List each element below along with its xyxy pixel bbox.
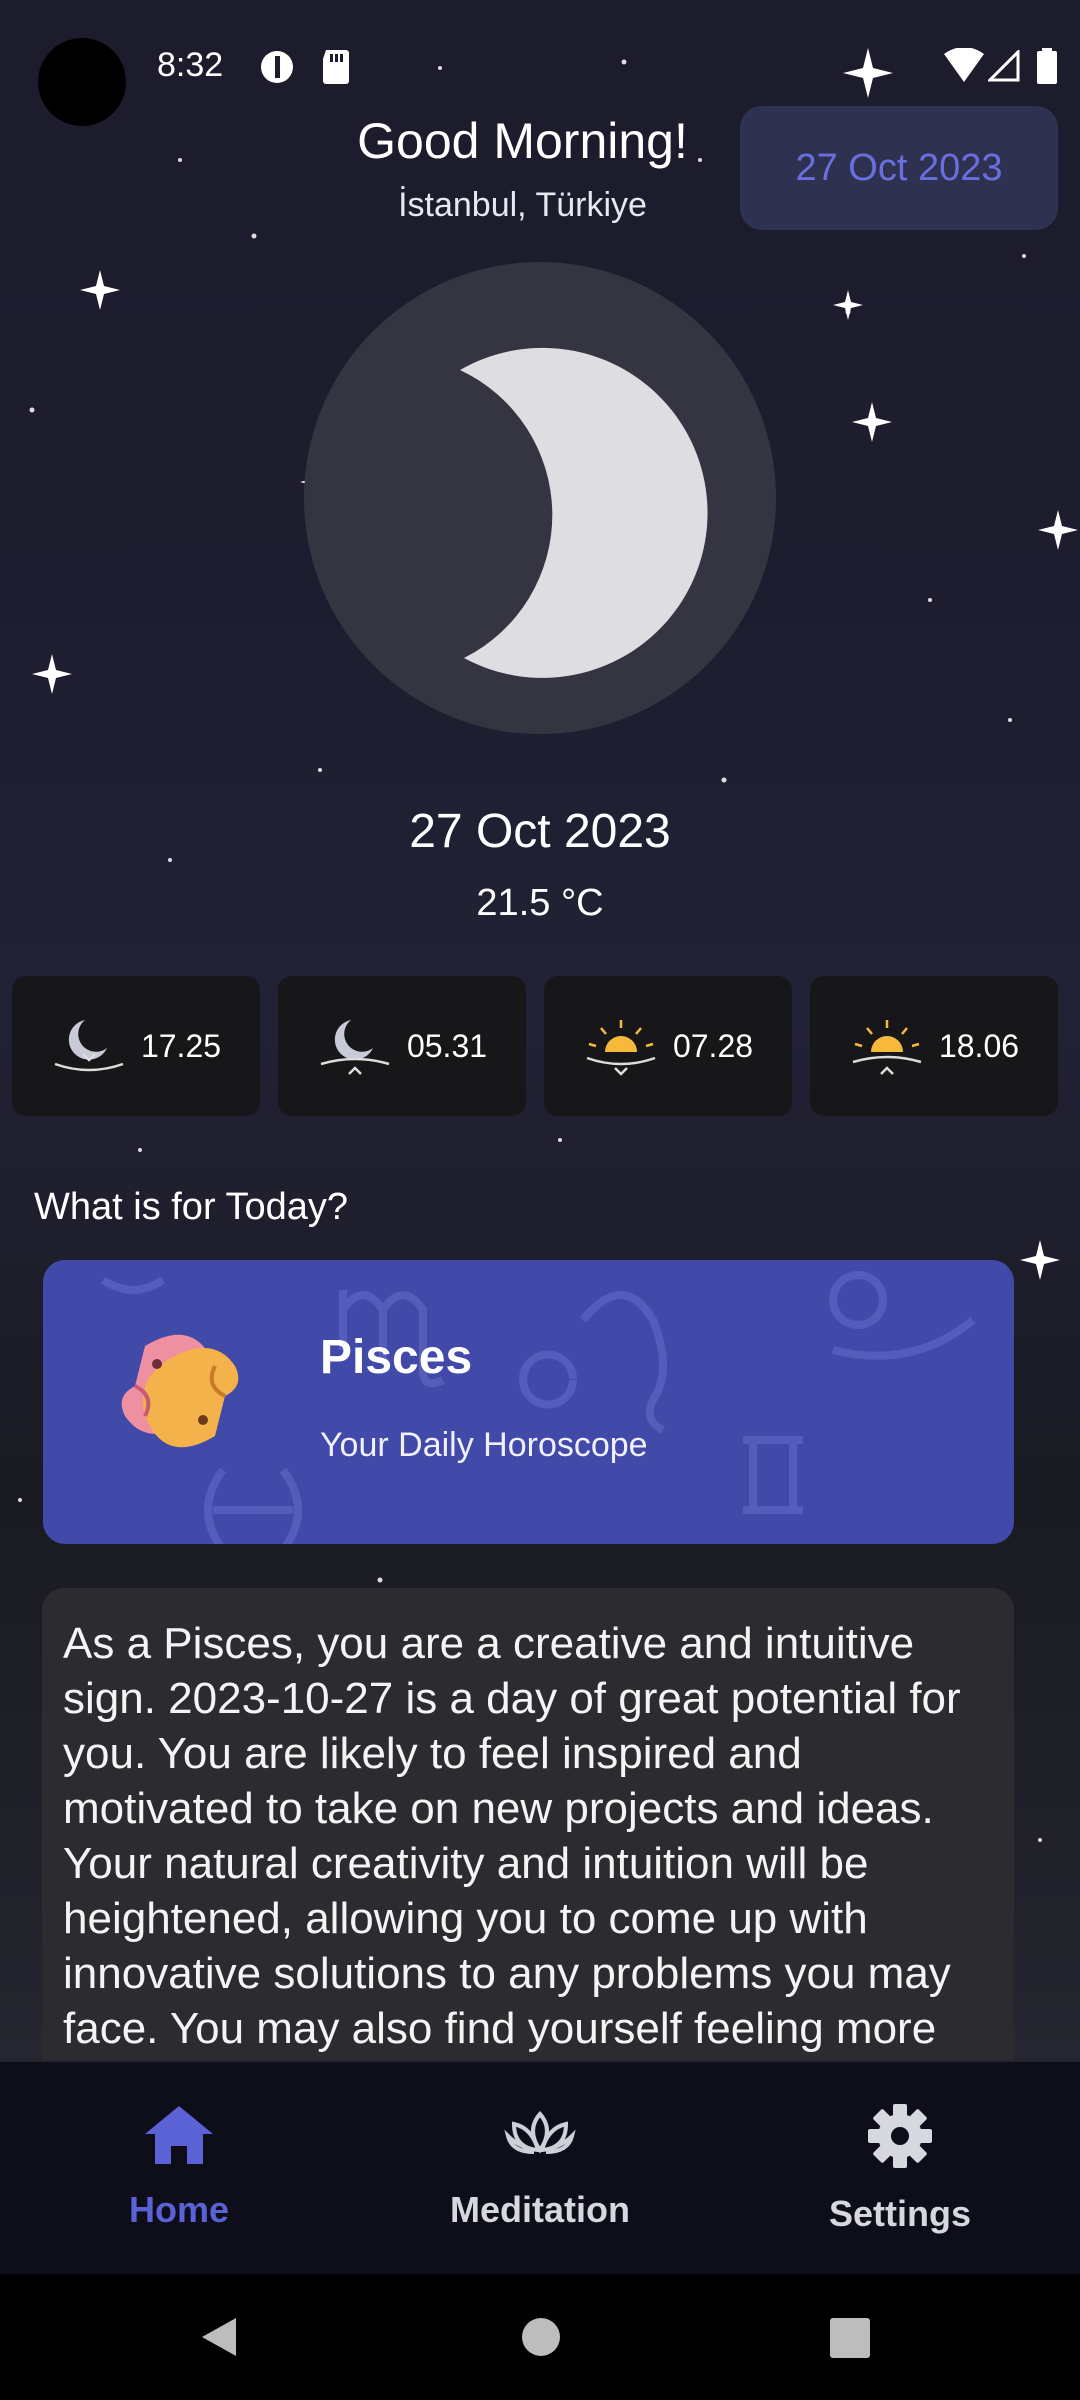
horoscope-text-card[interactable]: As a Pisces, you are a creative and intu… (42, 1588, 1014, 2060)
nav-meditation-label: Meditation (450, 2189, 630, 2230)
moonrise-icon (320, 1020, 390, 1075)
moonset-icon (54, 1020, 124, 1072)
section-title: What is for Today? (34, 1186, 349, 1228)
back-icon[interactable] (196, 2314, 242, 2360)
sd-card-icon (323, 50, 349, 84)
moonset-time: 17.25 (140, 1027, 222, 1064)
home-icon (145, 2106, 213, 2164)
nav-home[interactable]: Home (29, 2102, 329, 2231)
zodiac-sign-name: Pisces (320, 1331, 473, 1384)
pisces-fish-icon (121, 1334, 239, 1448)
moonrise-time: 05.31 (406, 1027, 488, 1064)
lotus-icon (504, 2110, 576, 2154)
home-circle-icon[interactable] (520, 2316, 562, 2358)
sunrise-icon (586, 1020, 656, 1076)
data-saver-icon (261, 51, 293, 83)
nav-home-label: Home (128, 2189, 230, 2230)
nav-meditation[interactable]: Meditation (390, 2102, 690, 2231)
sunrise-card: 07.28 (544, 976, 792, 1116)
status-time: 8:32 (157, 46, 224, 84)
signal-icon (988, 50, 1020, 82)
selected-date: 27 Oct 2023 (409, 805, 671, 858)
date-picker-chip[interactable]: 27 Oct 2023 (740, 106, 1058, 230)
wifi-icon (944, 48, 984, 82)
moonrise-card: 05.31 (278, 976, 526, 1116)
sunrise-time: 07.28 (672, 1027, 754, 1064)
moonset-card: 17.25 (12, 976, 260, 1116)
nav-settings-label: Settings (828, 2193, 971, 2234)
sunset-card: 18.06 (810, 976, 1058, 1116)
sunset-time: 18.06 (938, 1027, 1020, 1064)
horoscope-card[interactable]: Pisces Your Daily Horoscope (43, 1260, 1014, 1544)
temperature: 21.5 °C (476, 882, 604, 924)
battery-icon (1037, 48, 1057, 84)
system-navigation-bar (0, 2274, 1080, 2400)
gear-icon (868, 2104, 932, 2168)
recents-icon[interactable] (830, 2318, 870, 2358)
crescent-moon-icon (460, 347, 708, 678)
horoscope-subtitle: Your Daily Horoscope (320, 1426, 648, 1464)
bottom-navigation: Home Meditation Settings (0, 2062, 1080, 2274)
sunset-icon (852, 1020, 922, 1075)
nav-settings[interactable]: Settings (750, 2102, 1050, 2235)
horoscope-text: As a Pisces, you are a creative and intu… (63, 1619, 961, 2060)
